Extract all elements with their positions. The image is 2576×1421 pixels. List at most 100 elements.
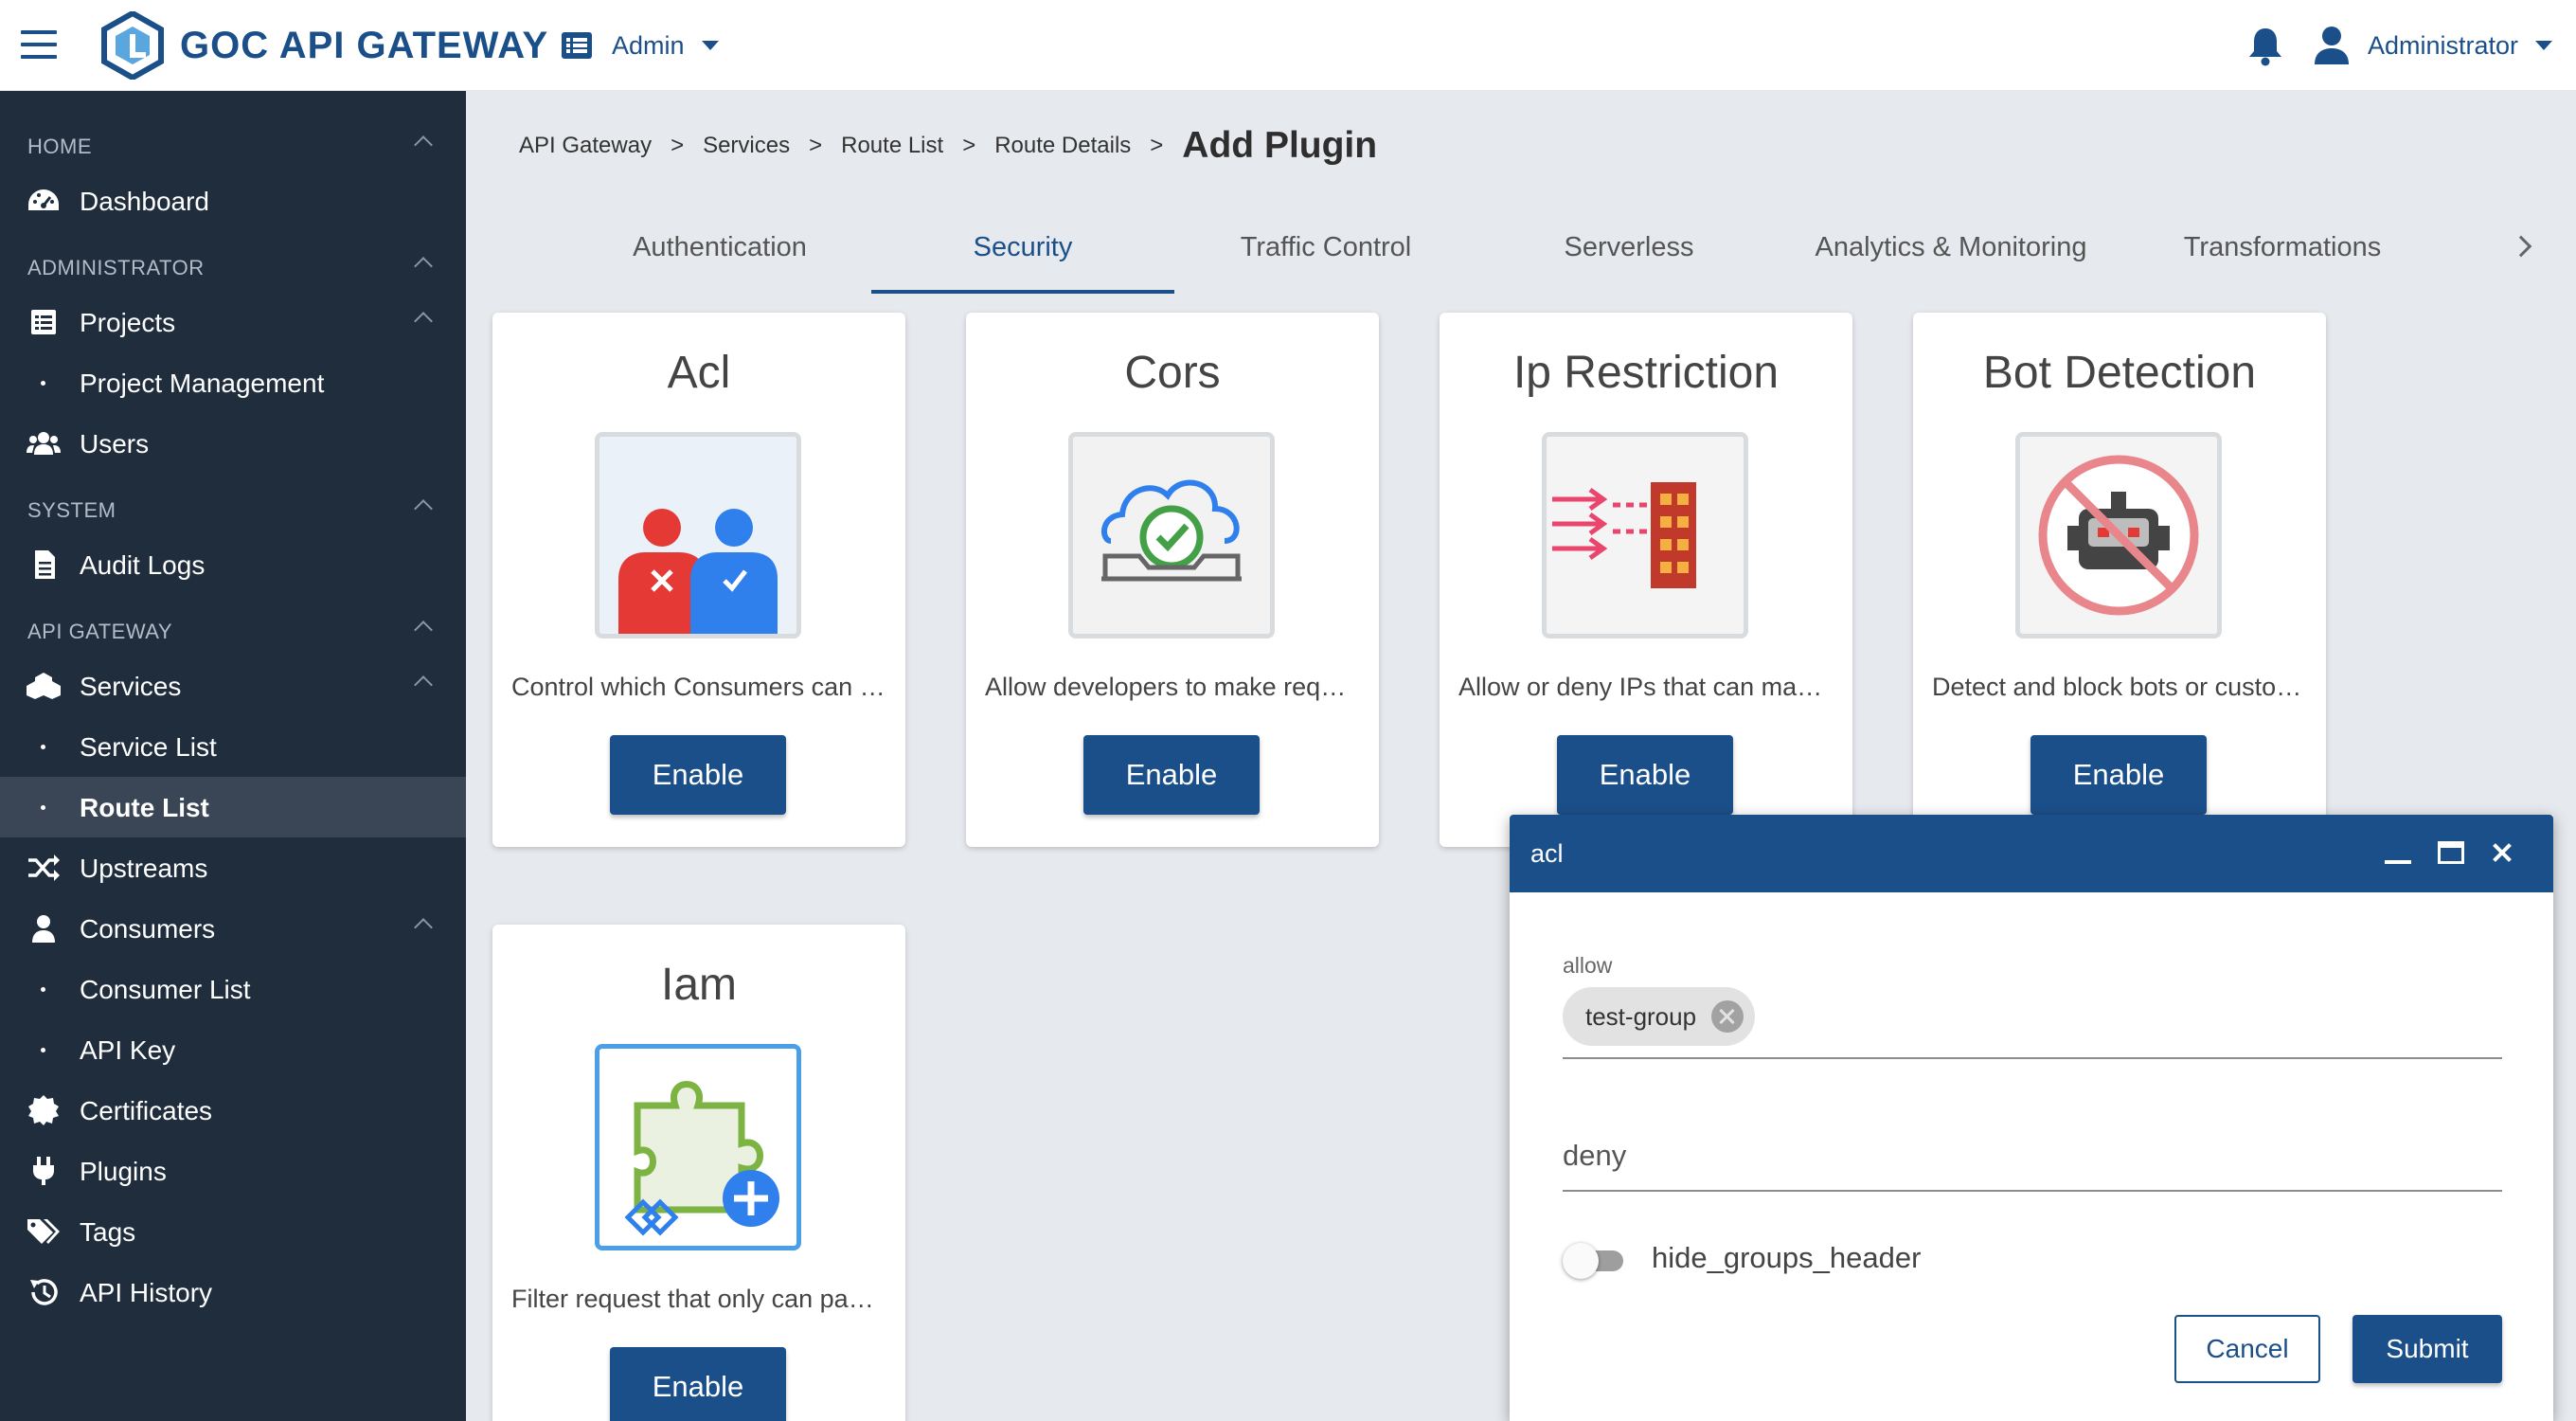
plugin-card-bot-detection: Bot Detection Detect and block bots or c…	[1913, 313, 2326, 847]
bell-icon[interactable]	[2245, 25, 2286, 66]
tab-serverless[interactable]: Serverless	[1477, 214, 1780, 294]
breadcrumb-separator: >	[671, 133, 685, 158]
sidebar-item-route-list[interactable]: Route List	[0, 777, 466, 837]
context-switcher[interactable]: Admin	[561, 25, 719, 66]
chevron-up-icon	[414, 621, 433, 639]
sidebar-item-label: Project Management	[80, 369, 325, 398]
sidebar-item-tags[interactable]: Tags	[0, 1201, 466, 1262]
sidebar-item-project-management[interactable]: Project Management	[0, 352, 466, 413]
bullet-icon	[41, 805, 45, 810]
breadcrumb-separator: >	[1150, 133, 1164, 158]
sidebar-item-consumers[interactable]: Consumers	[0, 898, 466, 959]
enable-button[interactable]: Enable	[610, 735, 786, 815]
chevron-up-icon	[414, 499, 433, 518]
sidebar-item-label: API Key	[80, 1035, 176, 1065]
plug-icon	[33, 1157, 54, 1185]
sidebar-item-api-history[interactable]: API History	[0, 1262, 466, 1322]
page-title: Add Plugin	[1182, 125, 1378, 166]
submit-button[interactable]: Submit	[2352, 1315, 2502, 1383]
sidebar-section-api-gateway[interactable]: API GATEWAY	[0, 612, 466, 650]
enable-button[interactable]: Enable	[1557, 735, 1733, 815]
plugin-card-iam: Iam Filter request that only can pass IA…	[492, 925, 905, 1421]
dashboard-gauge-icon	[28, 189, 59, 210]
list-icon	[562, 32, 592, 59]
gateway-logo-icon	[101, 11, 164, 80]
sidebar-item-label: API History	[80, 1278, 213, 1307]
cors-cloud-check-icon	[1073, 437, 1270, 634]
sidebar-item-label: Audit Logs	[80, 550, 206, 580]
sidebar-section-home[interactable]: HOME	[0, 127, 466, 165]
sidebar-item-upstreams[interactable]: Upstreams	[0, 837, 466, 898]
sidebar-item-label: Upstreams	[80, 854, 208, 883]
maximize-icon[interactable]	[2438, 841, 2464, 864]
top-app-bar: GOC API GATEWAY Admin Administrator	[0, 0, 2576, 91]
firewall-icon	[1547, 437, 1744, 634]
section-label: SYSTEM	[27, 498, 116, 522]
sidebar-item-label: Consumers	[80, 914, 216, 944]
plugin-card-cors: Cors Allow developers to make requests f…	[966, 313, 1379, 847]
plugin-title: Bot Detection	[1982, 348, 2257, 398]
sidebar-item-label: Projects	[80, 308, 176, 337]
sidebar-item-certificates[interactable]: Certificates	[0, 1080, 466, 1141]
breadcrumb-item-api-gateway[interactable]: API Gateway	[519, 133, 652, 159]
chip-remove-icon[interactable]	[1711, 1000, 1744, 1033]
chip-label: test-group	[1585, 1001, 1697, 1031]
bullet-icon	[41, 745, 45, 749]
acl-plugin-dialog: acl allow test-group hide_groups_header …	[1510, 815, 2553, 1421]
puzzle-plus-icon	[599, 1049, 796, 1246]
section-label: API GATEWAY	[27, 620, 173, 643]
user-menu[interactable]: Administrator	[2313, 23, 2553, 68]
minimize-icon[interactable]	[2385, 860, 2411, 864]
breadcrumb-item-services[interactable]: Services	[703, 133, 790, 159]
sidebar-item-label: Tags	[80, 1217, 136, 1247]
sidebar-item-projects[interactable]: Projects	[0, 292, 466, 352]
plugin-description: Detect and block bots or custom clients	[1932, 673, 2307, 701]
breadcrumb-item-route-details[interactable]: Route Details	[994, 133, 1131, 159]
bullet-icon	[41, 381, 45, 386]
plugin-thumbnail	[2015, 432, 2222, 639]
deny-input[interactable]	[1563, 1129, 2502, 1182]
sidebar-item-label: Route List	[80, 793, 209, 822]
tab-analytics-monitoring[interactable]: Analytics & Monitoring	[1780, 214, 2121, 294]
users-group-icon	[27, 432, 61, 455]
bullet-icon	[41, 987, 45, 992]
chevron-up-icon	[414, 257, 433, 276]
hamburger-menu-icon[interactable]	[21, 30, 57, 59]
sidebar-item-users[interactable]: Users	[0, 413, 466, 474]
section-label: ADMINISTRATOR	[27, 256, 205, 279]
allow-field-label: allow	[1563, 953, 1613, 978]
bullet-icon	[41, 1048, 45, 1052]
sidebar-section-administrator[interactable]: ADMINISTRATOR	[0, 248, 466, 286]
caret-down-icon	[2535, 41, 2553, 50]
sidebar-item-consumer-list[interactable]: Consumer List	[0, 959, 466, 1019]
chevron-up-icon	[414, 918, 433, 937]
breadcrumb: API Gateway > Services > Route List > Ro…	[519, 117, 1377, 174]
tab-security[interactable]: Security	[871, 214, 1174, 294]
sidebar-section-system[interactable]: SYSTEM	[0, 491, 466, 529]
sidebar-item-api-key[interactable]: API Key	[0, 1019, 466, 1080]
sidebar-item-label: Services	[80, 672, 182, 701]
tab-transformations[interactable]: Transformations	[2121, 214, 2443, 294]
sidebar-item-service-list[interactable]: Service List	[0, 716, 466, 777]
hide-groups-header-toggle[interactable]	[1561, 1239, 1627, 1279]
sidebar-item-services[interactable]: Services	[0, 656, 466, 716]
user-icon	[2315, 27, 2349, 64]
enable-button[interactable]: Enable	[2030, 735, 2207, 815]
app-title: GOC API GATEWAY	[180, 25, 549, 66]
sidebar-item-label: Plugins	[80, 1157, 167, 1186]
plugin-title: Iam	[660, 960, 737, 1010]
cancel-button[interactable]: Cancel	[2174, 1315, 2320, 1383]
deny-field-underline	[1563, 1190, 2502, 1192]
enable-button[interactable]: Enable	[610, 1347, 786, 1421]
caret-down-icon	[701, 41, 719, 50]
plugin-card-ip-restriction: Ip Restriction Allow or deny IPs that ca…	[1440, 313, 1852, 847]
enable-button[interactable]: Enable	[1083, 735, 1260, 815]
sidebar-item-plugins[interactable]: Plugins	[0, 1141, 466, 1201]
toggle-knob	[1563, 1243, 1599, 1279]
breadcrumb-item-route-list[interactable]: Route List	[841, 133, 943, 159]
sidebar-item-audit-logs[interactable]: Audit Logs	[0, 534, 466, 595]
sidebar-item-dashboard[interactable]: Dashboard	[0, 171, 466, 231]
tags-icon	[27, 1219, 60, 1244]
tab-traffic-control[interactable]: Traffic Control	[1174, 214, 1477, 294]
close-icon[interactable]	[2489, 839, 2515, 866]
